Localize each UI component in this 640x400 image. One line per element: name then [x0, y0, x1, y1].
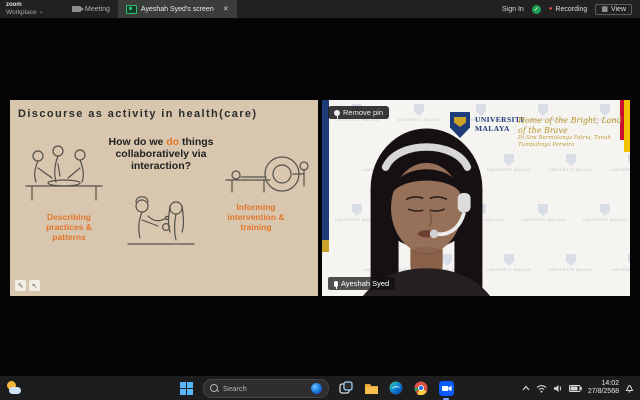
- chevron-down-icon: ⌄: [39, 9, 44, 16]
- taskbar-clock[interactable]: 14:02 27/8/2568: [588, 380, 619, 396]
- slide-label-right: Informing intervention & training: [216, 202, 296, 233]
- view-grid-icon: ▦: [601, 6, 608, 13]
- zoom-app-button[interactable]: [438, 380, 454, 396]
- view-button[interactable]: ▦ View: [595, 4, 632, 15]
- titlebar-right-controls: Sign In ✓ ● Recording ▦ View: [502, 0, 640, 18]
- search-icon: [210, 384, 218, 392]
- recording-indicator: ● Recording: [549, 6, 588, 13]
- um-crest-watermark: UNIVERSITI MALAYA: [544, 154, 598, 172]
- titlebar-tabs: Meeting Ayeshah Syed's screen ✕: [64, 0, 237, 18]
- sign-in-button[interactable]: Sign In: [502, 6, 524, 13]
- sketch-surgery-team: [18, 142, 110, 208]
- chrome-button[interactable]: [413, 380, 429, 396]
- wifi-icon[interactable]: [536, 384, 547, 393]
- hidden-icons-chevron[interactable]: [522, 385, 530, 391]
- headset-earcup-icon: [458, 193, 471, 212]
- mic-icon: [334, 281, 338, 287]
- sketch-scanner: [220, 148, 312, 204]
- close-tab-icon[interactable]: ✕: [223, 5, 229, 13]
- slide-question: How do we do things collaboratively via …: [100, 136, 222, 172]
- participant-name: Ayeshah Syed: [341, 279, 389, 288]
- um-crest-watermark: UNIVERSITI MALAYA: [516, 204, 570, 222]
- zoom-app-window: zoom Workplace ⌄ Meeting Ayeshah Syed's …: [0, 0, 640, 400]
- um-crest-watermark: UNIVERSITI MALAYA: [544, 254, 598, 272]
- task-view-icon: [339, 381, 353, 395]
- zoom-workplace-menu[interactable]: zoom Workplace ⌄: [0, 0, 58, 18]
- pin-icon: [334, 110, 340, 116]
- window-titlebar: zoom Workplace ⌄ Meeting Ayeshah Syed's …: [0, 0, 640, 19]
- taskbar-center: Search: [178, 376, 454, 400]
- tab-meeting-label: Meeting: [85, 6, 110, 13]
- task-view-button[interactable]: [338, 380, 354, 396]
- windows-taskbar: Search: [0, 375, 640, 400]
- recording-label: Recording: [555, 6, 587, 13]
- zoom-logo: zoom: [6, 2, 58, 9]
- remove-pin-button[interactable]: Remove pin: [328, 106, 389, 119]
- shared-screen-slide: Discourse as activity in health(care) Ho…: [10, 100, 318, 296]
- clock-date: 27/8/2568: [588, 388, 619, 396]
- search-highlight-icon: [311, 383, 322, 394]
- participant-video: UNIVERSITI MALAYA UNIVERSITI MALAYA UNIVER…: [322, 100, 630, 296]
- remove-pin-label: Remove pin: [343, 108, 383, 117]
- um-crest-watermark: UNIVERSITI MALAYA: [606, 254, 630, 272]
- screen-share-icon: [126, 5, 137, 14]
- edge-button[interactable]: [388, 380, 404, 396]
- annotation-tools: ✎ ↖: [15, 280, 40, 291]
- meeting-camera-icon: [72, 6, 81, 12]
- backdrop-tagline: Home of the Bright, Land of the Brave Di…: [518, 116, 626, 149]
- backdrop-navy-strip: [322, 100, 329, 240]
- shield-check-icon: ✓: [532, 5, 541, 14]
- search-placeholder: Search: [223, 384, 247, 393]
- pointer-cursor-icon[interactable]: ↖: [29, 280, 40, 291]
- annotate-pencil-icon[interactable]: ✎: [15, 280, 26, 291]
- windows-logo-icon: [180, 382, 193, 395]
- backdrop-gold-chip: [322, 240, 329, 252]
- cloud-icon: [9, 387, 21, 394]
- system-tray: 14:02 27/8/2568: [522, 376, 634, 400]
- volume-icon[interactable]: [553, 384, 563, 393]
- tab-meeting[interactable]: Meeting: [64, 0, 118, 18]
- notification-bell-icon[interactable]: [625, 383, 634, 393]
- chrome-icon: [414, 381, 428, 395]
- weather-widget[interactable]: [6, 380, 22, 396]
- workplace-label: Workplace: [6, 9, 37, 16]
- recording-dot-icon: ●: [549, 6, 553, 12]
- participant-portrait: [334, 122, 519, 296]
- slide-title: Discourse as activity in health(care): [10, 100, 318, 120]
- meeting-content: Discourse as activity in health(care) Ho…: [0, 18, 640, 376]
- emphasized-do: do: [166, 136, 179, 148]
- um-crest-watermark: UNIVERSITI MALAYA: [578, 204, 630, 222]
- zoom-app-icon: [439, 381, 454, 396]
- participant-name-tag: Ayeshah Syed: [328, 277, 395, 290]
- sketch-doctor-patient: [114, 192, 206, 254]
- taskbar-search[interactable]: Search: [203, 379, 329, 398]
- view-label: View: [611, 6, 626, 13]
- slide-label-left: Describing practices & patterns: [36, 212, 102, 243]
- edge-icon: [389, 381, 403, 395]
- um-crest-watermark: UNIVERSITI MALAYA: [606, 154, 630, 172]
- start-button[interactable]: [178, 380, 194, 396]
- mic-capsule-icon: [430, 230, 439, 239]
- tab-shared-screen-label: Ayeshah Syed's screen: [141, 6, 214, 13]
- battery-icon[interactable]: [569, 385, 582, 392]
- file-explorer-button[interactable]: [363, 380, 379, 396]
- clock-time: 14:02: [588, 380, 619, 388]
- tab-shared-screen[interactable]: Ayeshah Syed's screen ✕: [118, 0, 237, 18]
- um-crest-watermark: UNIVERSITI MALAYA: [392, 104, 446, 122]
- file-explorer-icon: [364, 382, 379, 395]
